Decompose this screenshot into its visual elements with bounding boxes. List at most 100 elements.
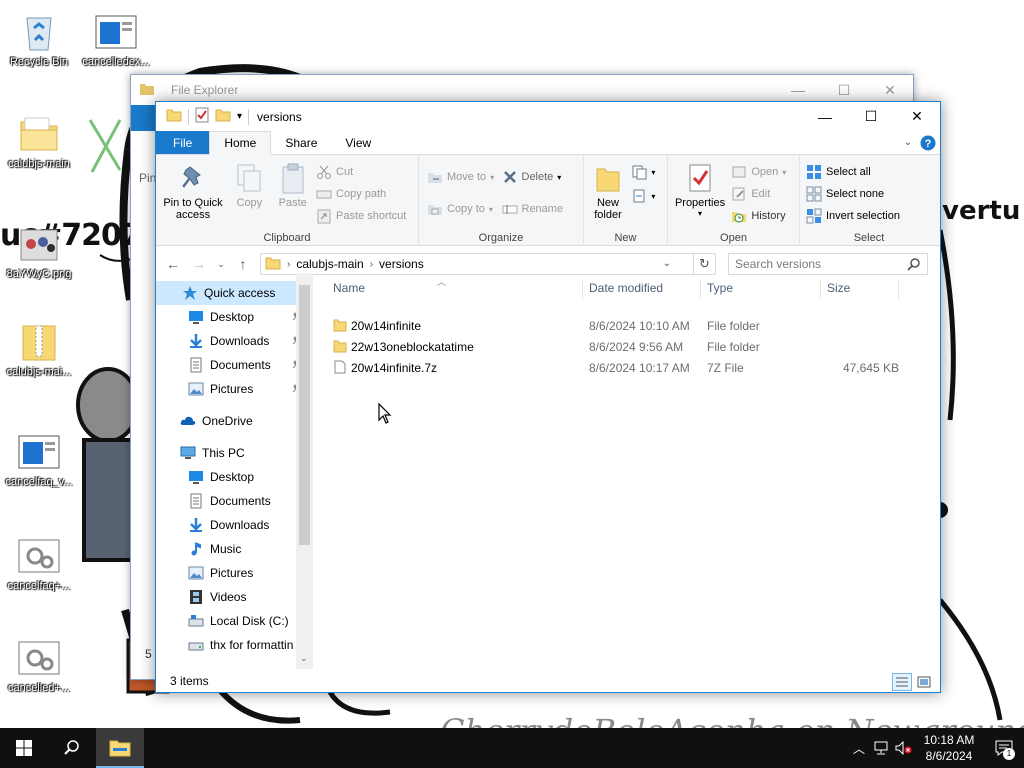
nav-pc-pictures[interactable]: Pictures [156, 561, 313, 585]
nav-quick-pictures[interactable]: Pictures [156, 377, 313, 401]
taskbar-file-explorer[interactable] [96, 728, 144, 768]
refresh-icon[interactable]: ↻ [694, 253, 716, 275]
large-icons-view-button[interactable] [914, 673, 934, 691]
maximize-icon[interactable]: ☐ [821, 82, 867, 99]
select-none-button[interactable]: Select none [806, 185, 900, 203]
nav-quick-downloads[interactable]: Downloads [156, 329, 313, 353]
up-arrow-icon[interactable]: ↑ [234, 256, 252, 272]
nav-onedrive[interactable]: OneDrive [156, 409, 313, 433]
minimize-button[interactable]: — [802, 102, 848, 131]
easy-access-icon [631, 188, 647, 204]
nav-pc-documents[interactable]: Documents [156, 489, 313, 513]
easy-access-button[interactable]: ▾ [631, 187, 655, 205]
navpane-scrollbar[interactable]: ⌄ [296, 273, 313, 669]
select-all-button[interactable]: Select all [806, 163, 900, 181]
system-clock[interactable]: 10:18 AM 8/6/2024 [914, 732, 984, 764]
tab-home[interactable]: Home [209, 131, 272, 155]
recent-locations-chevron-icon[interactable]: ⌄ [216, 259, 226, 270]
desktop-icon-cancelledex[interactable]: cancelledex... [78, 10, 154, 68]
desktop-icon-calubjs-main[interactable]: calubjs-main [1, 112, 77, 170]
new-folder-button[interactable]: New folder [588, 159, 628, 223]
copy-path-button[interactable]: Copy path [316, 185, 406, 203]
nav-quick-access[interactable]: Quick access [156, 281, 313, 305]
open-button[interactable]: Open ▾ [731, 163, 786, 181]
scissors-icon [316, 164, 332, 180]
scroll-down-icon[interactable]: ⌄ [300, 653, 308, 664]
desktop-icon-8aywyc[interactable]: 8aYWyC.png [1, 222, 77, 280]
column-size[interactable]: Size [821, 281, 899, 299]
new-item-button[interactable]: ▾ [631, 163, 655, 181]
tab-file[interactable]: File [156, 131, 210, 154]
tab-share[interactable]: Share [271, 131, 331, 154]
file-row[interactable]: 20w14infinite 8/6/2024 10:10 AM File fol… [327, 315, 940, 336]
copy-button[interactable]: Copy [229, 159, 269, 211]
column-date-modified[interactable]: Date modified [583, 281, 701, 299]
close-button[interactable]: ✕ [894, 102, 940, 131]
start-button[interactable] [0, 728, 48, 768]
volume-muted-icon[interactable] [892, 728, 914, 768]
file-name[interactable]: 20w14infinite.7z [351, 361, 437, 375]
file-name[interactable]: 20w14infinite [351, 319, 421, 333]
new-folder-icon[interactable] [215, 107, 231, 126]
forward-arrow-icon[interactable]: → [190, 256, 208, 272]
file-row[interactable]: 22w13oneblockatatime 8/6/2024 9:56 AM Fi… [327, 336, 940, 357]
titlebar[interactable]: ▾ versions — ☐ ✕ [156, 102, 940, 131]
pin-to-quick-access-button[interactable]: Pin to Quick access [160, 159, 226, 223]
column-type[interactable]: Type [701, 281, 821, 299]
maximize-button[interactable]: ☐ [848, 102, 894, 131]
desktop-icon-cancelfaq-v[interactable]: cancelfaq_v... [1, 430, 77, 488]
file-name[interactable]: 22w13oneblockatatime [351, 340, 474, 354]
nav-pc-videos[interactable]: Videos [156, 585, 313, 609]
qat-dropdown-icon[interactable]: ▾ [237, 111, 242, 122]
file-explorer-window[interactable]: ▾ versions — ☐ ✕ File Home Share View ⌄ … [155, 101, 941, 693]
history-button[interactable]: History [731, 207, 786, 225]
desktop-icon-cancelfaq-plus[interactable]: cancelfaq+... [1, 534, 77, 592]
desktop-icon-cancelled-plus[interactable]: cancelled+... [1, 636, 77, 694]
nav-pc-local-disk[interactable]: Local Disk (C:) [156, 609, 313, 633]
nav-pc-desktop[interactable]: Desktop [156, 465, 313, 489]
nav-pc-drive-thx[interactable]: thx for formattin [156, 633, 313, 657]
nav-quick-desktop[interactable]: Desktop [156, 305, 313, 329]
desktop-icon-recycle-bin[interactable]: Recycle Bin [1, 10, 77, 68]
nav-this-pc[interactable]: This PC [156, 441, 313, 465]
cut-button[interactable]: Cut [316, 163, 406, 181]
help-button[interactable]: ⌄ ? [904, 131, 940, 154]
breadcrumb-versions[interactable]: versions [379, 257, 424, 271]
file-row[interactable]: 20w14infinite.7z 8/6/2024 10:17 AM 7Z Fi… [327, 357, 940, 378]
minimize-icon[interactable]: — [775, 82, 821, 99]
properties-button[interactable]: Properties ▾ [672, 159, 728, 220]
close-icon[interactable]: ✕ [867, 82, 913, 99]
search-box[interactable] [728, 253, 928, 275]
column-name[interactable]: Name [327, 281, 583, 299]
move-to-button[interactable]: Move to ▾ [427, 163, 494, 191]
nav-quick-documents[interactable]: Documents [156, 353, 313, 377]
search-input[interactable] [735, 257, 905, 271]
copy-to-button[interactable]: Copy to ▾ [427, 195, 494, 223]
rename-button[interactable]: Rename [502, 195, 563, 223]
file-list[interactable]: ︿ Name Date modified Type Size 20w14infi… [313, 273, 940, 669]
breadcrumb-chevron-icon[interactable]: › [287, 259, 290, 270]
nav-pc-downloads[interactable]: Downloads [156, 513, 313, 537]
breadcrumb-calubjs-main[interactable]: calubjs-main [296, 257, 363, 271]
action-center-button[interactable]: 1 [984, 728, 1024, 768]
edit-button[interactable]: Edit [731, 185, 786, 203]
chevron-up-icon[interactable]: ︿ [848, 728, 870, 768]
invert-selection-button[interactable]: Invert selection [806, 207, 900, 225]
breadcrumb-chevron-icon[interactable]: › [370, 259, 373, 270]
details-view-button[interactable] [892, 673, 912, 691]
paste-button[interactable]: Paste [273, 159, 313, 211]
network-icon[interactable] [870, 728, 892, 768]
address-dropdown-icon[interactable]: ⌄ [663, 258, 671, 269]
paste-shortcut-button[interactable]: Paste shortcut [316, 207, 406, 225]
properties-icon[interactable] [195, 107, 209, 126]
back-arrow-icon[interactable]: ← [164, 256, 182, 272]
nav-pc-music[interactable]: Music [156, 537, 313, 561]
tab-view[interactable]: View [331, 131, 385, 154]
delete-button[interactable]: Delete ▾ [502, 163, 564, 191]
chevron-down-icon[interactable]: ⌄ [904, 137, 920, 148]
address-bar[interactable]: › calubjs-main › versions ⌄ [260, 253, 694, 275]
search-button[interactable] [48, 728, 96, 768]
desktop-icon-calubjs-zip[interactable]: calubjs-mai... [1, 320, 77, 378]
desktop-icon-label: calubjs-mai... [6, 366, 72, 378]
scrollbar-thumb[interactable] [299, 285, 310, 545]
